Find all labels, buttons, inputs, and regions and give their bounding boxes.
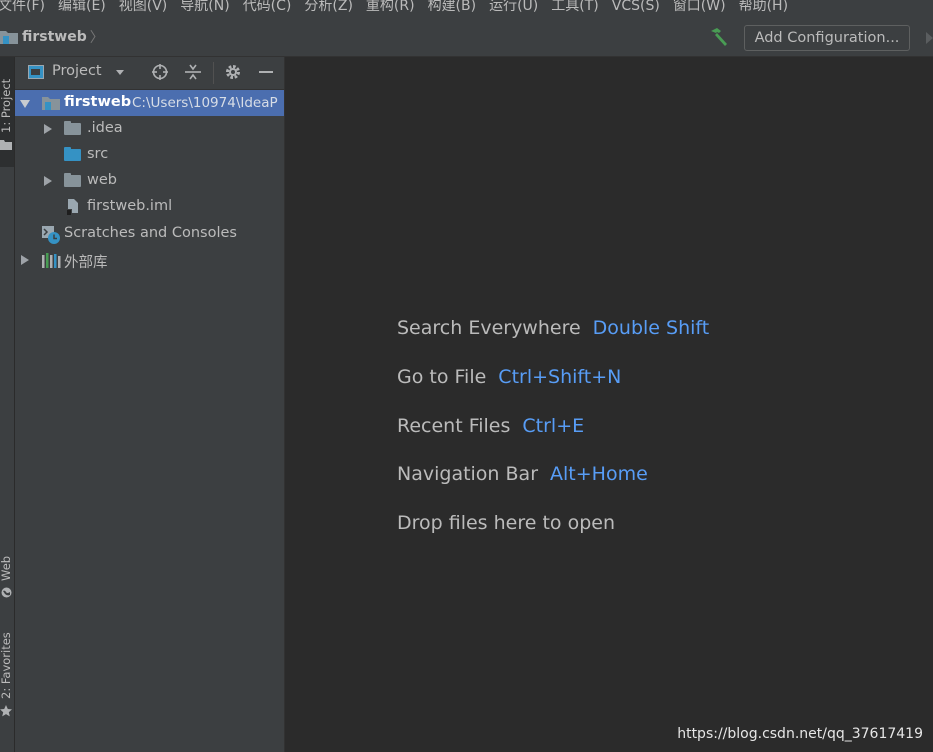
folder-icon [0, 140, 12, 150]
tree-item-idea[interactable]: .idea [15, 116, 284, 142]
project-panel-header: Project [15, 57, 284, 90]
globe-icon [1, 587, 12, 598]
chevron-down-icon[interactable] [116, 70, 124, 75]
star-icon [0, 705, 12, 717]
tree-item-iml[interactable]: firstweb.iml [15, 194, 284, 220]
watermark: https://blog.csdn.net/qq_37617419 [677, 726, 923, 742]
scratches-icon [42, 226, 60, 244]
tree-item-external-libraries[interactable]: 外部库 [15, 247, 284, 273]
tree-item-label: Scratches and Consoles [64, 225, 237, 241]
hint-navigation-bar: Navigation Bar Alt+Home [397, 463, 648, 485]
hint-shortcut: Ctrl+Shift+N [498, 366, 622, 388]
tree-item-scratches[interactable]: Scratches and Consoles [15, 221, 284, 247]
hint-go-to-file: Go to File Ctrl+Shift+N [397, 366, 621, 388]
menu-view[interactable]: 视图(V) [119, 0, 168, 13]
editor-empty-state: Search Everywhere Double Shift Go to File… [285, 57, 933, 752]
project-tab-label: 1: Project [0, 78, 13, 133]
project-folder-icon [0, 31, 18, 44]
breadcrumb[interactable]: firstweb 〉 [0, 27, 104, 47]
tree-root-label: firstweb [64, 94, 132, 110]
folder-icon [64, 173, 81, 187]
hint-label: Recent Files [397, 415, 511, 437]
menu-vcs[interactable]: VCS(S) [612, 0, 660, 13]
tree-item-label: src [87, 146, 109, 162]
hint-recent-files: Recent Files Ctrl+E [397, 415, 584, 437]
web-tool-tab[interactable]: Web [0, 547, 14, 603]
hint-label: Drop files here to open [397, 512, 616, 534]
menu-window[interactable]: 窗口(W) [673, 0, 726, 13]
tree-item-src[interactable]: src [15, 142, 284, 168]
minimize-icon[interactable] [257, 63, 275, 81]
collapse-all-icon[interactable] [184, 63, 202, 81]
web-tab-label: Web [0, 555, 13, 581]
hint-search-everywhere: Search Everywhere Double Shift [397, 317, 709, 339]
tree-item-label: firstweb.iml [87, 198, 173, 214]
expand-arrow-icon[interactable] [21, 255, 29, 265]
tree-item-label: 外部库 [64, 255, 108, 271]
tree-item-label: .idea [87, 120, 123, 136]
menu-run[interactable]: 运行(U) [489, 0, 538, 13]
menu-bar: 文件(F) 编辑(E) 视图(V) 导航(N) 代码(C) 分析(Z) 重构(R… [0, 0, 933, 18]
navigation-bar: firstweb 〉 Add Configuration... [0, 18, 933, 57]
hint-label: Search Everywhere [397, 317, 581, 339]
add-configuration-button[interactable]: Add Configuration... [744, 25, 910, 51]
project-panel: Project firstweb C:\Users\10974\IdeaP .i… [15, 57, 285, 752]
project-view-icon [28, 65, 44, 79]
menu-edit[interactable]: 编辑(E) [58, 0, 106, 13]
module-file-icon [66, 199, 78, 216]
hint-drop-files: Drop files here to open [397, 512, 615, 534]
menu-help[interactable]: 帮助(H) [739, 0, 788, 13]
hint-shortcut: Alt+Home [550, 463, 648, 485]
breadcrumb-project: firstweb [22, 29, 87, 45]
menu-file[interactable]: 文件(F) [0, 0, 45, 13]
chevron-right-icon: 〉 [89, 30, 104, 46]
expand-arrow-icon[interactable] [44, 176, 52, 186]
run-icon[interactable] [926, 32, 933, 44]
gear-icon[interactable] [224, 63, 242, 81]
library-icon [42, 253, 61, 268]
expand-arrow-icon[interactable] [20, 100, 30, 108]
build-hammer-icon[interactable] [708, 27, 730, 47]
tool-window-stripe: 1: Project Web 2: Favorites [0, 57, 15, 752]
tree-item-label: web [87, 172, 117, 188]
menu-tools[interactable]: 工具(T) [551, 0, 598, 13]
menu-code[interactable]: 代码(C) [243, 0, 292, 13]
project-tool-tab[interactable]: 1: Project [0, 57, 14, 167]
hint-label: Navigation Bar [397, 463, 539, 485]
tree-root-path: C:\Users\10974\IdeaP [132, 95, 278, 111]
menu-build[interactable]: 构建(B) [428, 0, 477, 13]
folder-icon [64, 121, 81, 135]
hint-shortcut: Ctrl+E [522, 415, 585, 437]
tree-item-web[interactable]: web [15, 168, 284, 194]
hint-label: Go to File [397, 366, 487, 388]
locate-target-icon[interactable] [151, 63, 169, 81]
favorites-tool-tab[interactable]: 2: Favorites [0, 627, 14, 727]
favorites-tab-label: 2: Favorites [0, 632, 13, 699]
source-folder-icon [64, 147, 81, 161]
tree-root-firstweb[interactable]: firstweb C:\Users\10974\IdeaP [15, 90, 284, 116]
module-folder-icon [42, 97, 60, 110]
hint-shortcut: Double Shift [592, 317, 710, 339]
project-view-selector[interactable]: Project [52, 63, 102, 79]
menu-navigate[interactable]: 导航(N) [180, 0, 229, 13]
header-divider [213, 62, 214, 84]
expand-arrow-icon[interactable] [44, 124, 52, 134]
menu-refactor[interactable]: 重构(R) [366, 0, 415, 13]
menu-analyze[interactable]: 分析(Z) [304, 0, 353, 13]
